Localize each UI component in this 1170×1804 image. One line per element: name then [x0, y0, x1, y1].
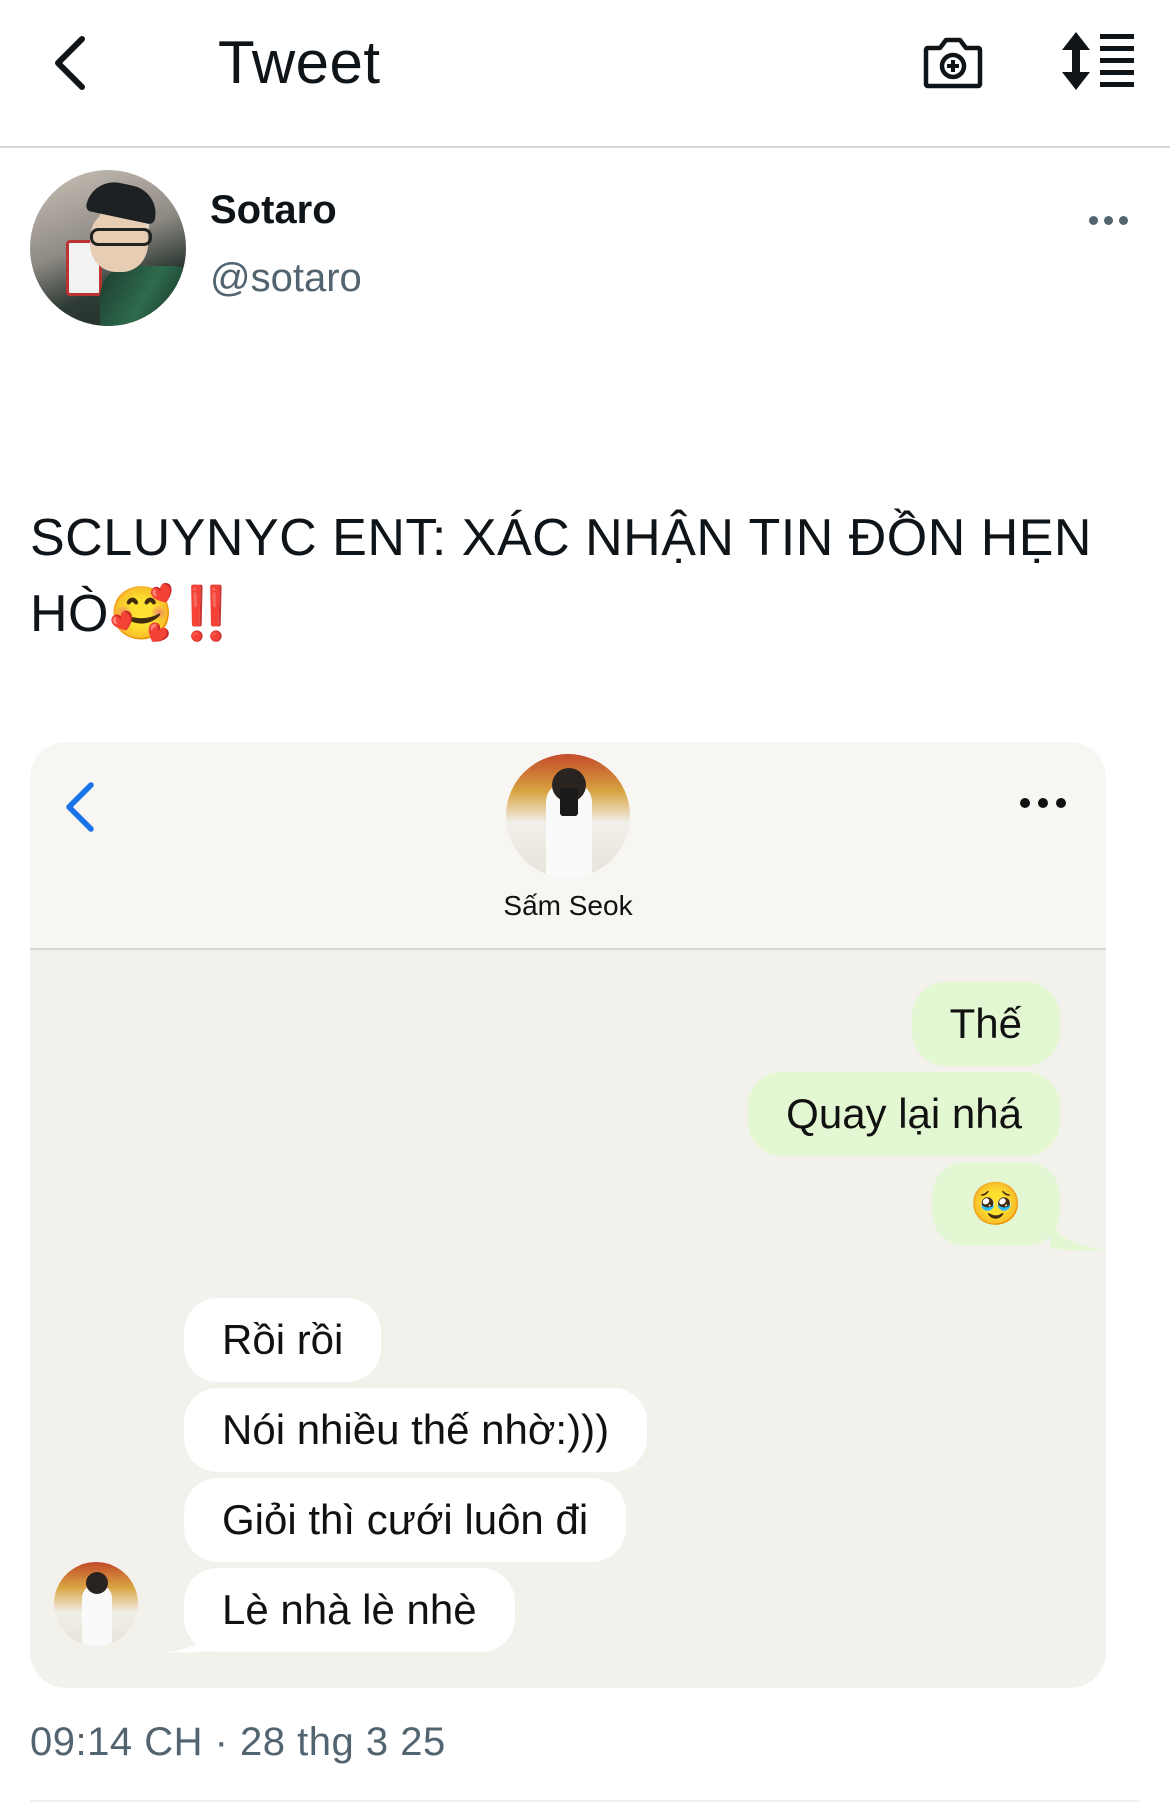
- received-message: Rồi rồi: [184, 1298, 382, 1382]
- chat-more-icon: [1008, 778, 1078, 828]
- chat-sender-avatar: [54, 1562, 138, 1646]
- chevron-left-icon: [55, 36, 85, 90]
- camera-plus-icon: [923, 37, 983, 89]
- author-handle[interactable]: @sotaro: [210, 256, 362, 301]
- sent-message: Quay lại nhá: [748, 1072, 1060, 1156]
- sort-list-icon: [1062, 32, 1134, 90]
- divider: [30, 1800, 1140, 1802]
- author-avatar[interactable]: [30, 170, 186, 326]
- more-options-icon[interactable]: [1084, 200, 1132, 240]
- tweet-text-line-1: SCLUYNYC ENT: XÁC NHẬN TIN ĐỒN HẸN HÒ🥰‼️: [30, 509, 1107, 643]
- chat-contact-avatar: [506, 754, 630, 878]
- chat-back-button: [50, 772, 110, 842]
- sent-message: Thế: [911, 982, 1060, 1066]
- author-name[interactable]: Sotaro: [210, 188, 337, 233]
- sort-button[interactable]: [1056, 26, 1140, 96]
- tweet-timestamp: 09:14 CH · 28 thg 3 25: [30, 1720, 446, 1764]
- avatar-jacket-shape: [100, 266, 186, 326]
- back-button[interactable]: [40, 28, 100, 98]
- received-bubble-tail: [166, 1626, 216, 1653]
- attached-image[interactable]: Sấm Seok Thế Quay lại nhá 🥹 Rồi rồi Nói …: [30, 742, 1106, 1688]
- chat-contact-name: Sấm Seok: [503, 890, 633, 921]
- received-message: Giỏi thì cưới luôn đi: [184, 1478, 627, 1562]
- chat-header: Sấm Seok: [30, 742, 1106, 950]
- avatar-glasses-shape: [90, 228, 152, 246]
- received-message: Lè nhà lè nhè: [184, 1568, 515, 1652]
- received-message: Nói nhiều thế nhờ:))): [184, 1388, 648, 1472]
- sent-bubble-tail: [1050, 1220, 1106, 1251]
- page-title: Tweet: [218, 29, 381, 96]
- camera-button[interactable]: [918, 28, 988, 98]
- top-nav-bar: Tweet: [0, 0, 1170, 148]
- sent-message: 🥹: [931, 1162, 1060, 1246]
- chevron-left-icon: [66, 782, 94, 832]
